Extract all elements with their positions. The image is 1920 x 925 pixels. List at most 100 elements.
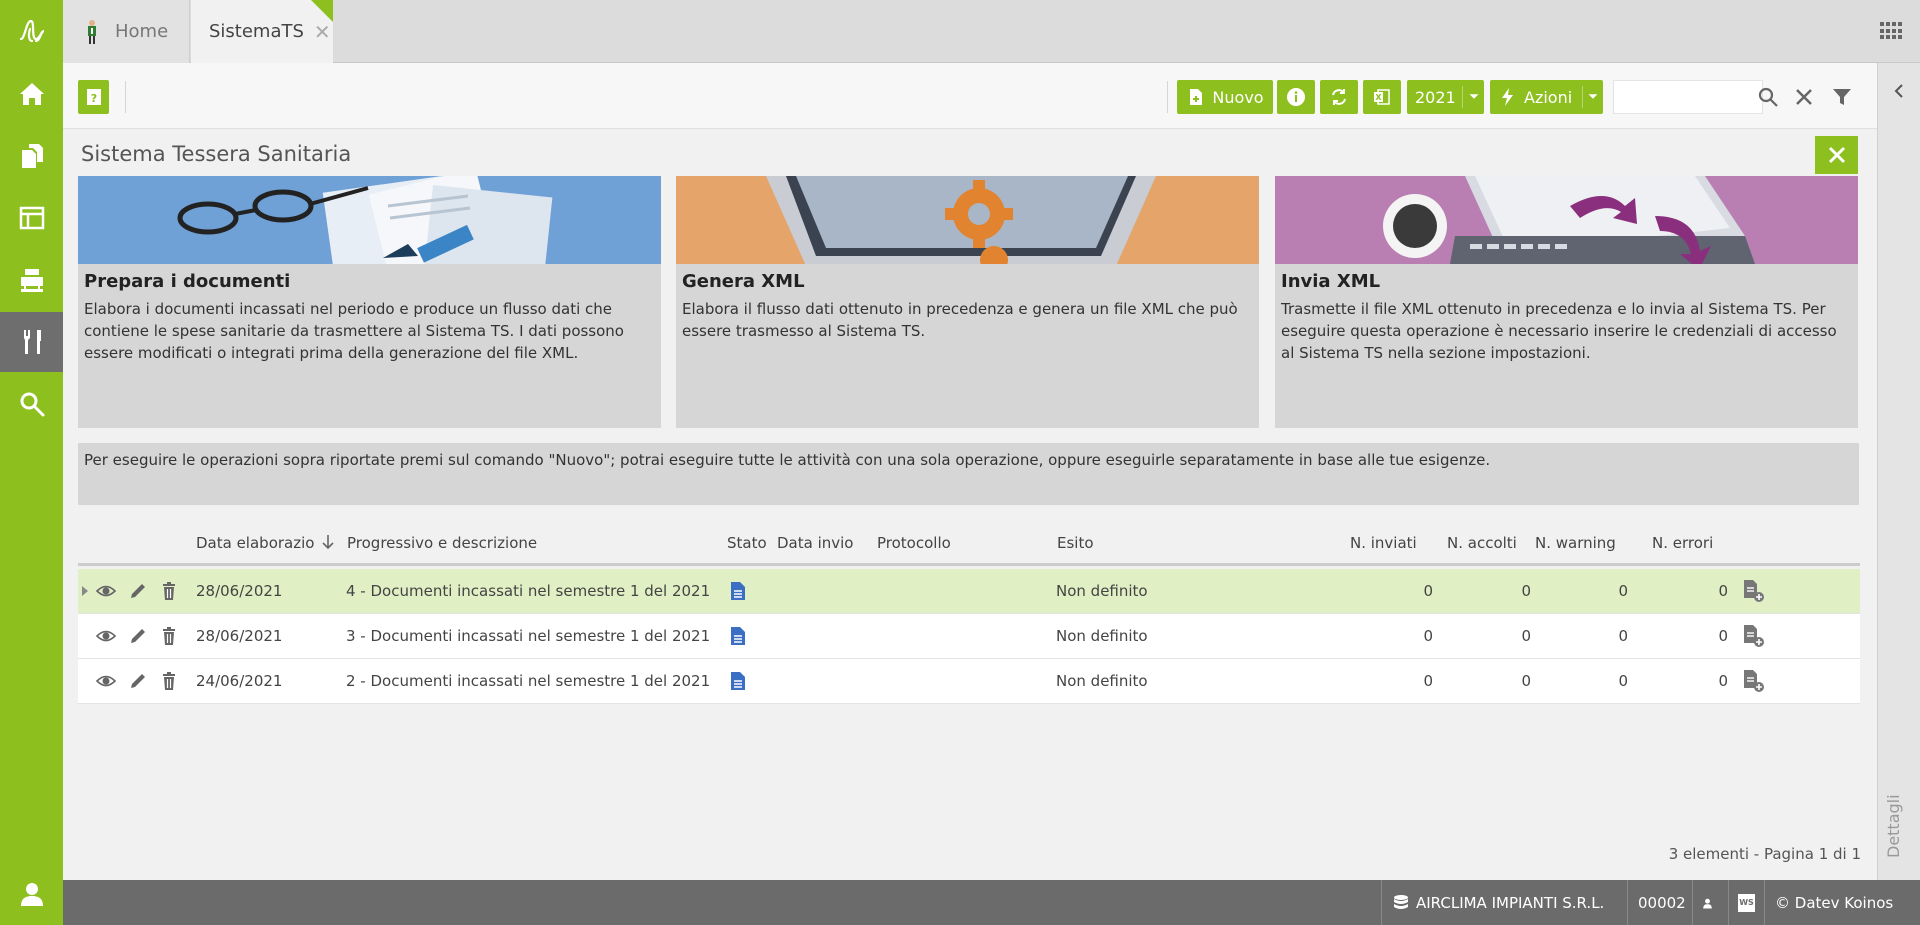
column-header-date[interactable]: Data elaborazio [196, 534, 335, 552]
company-code: 00002 [1627, 880, 1692, 925]
view-eye-icon[interactable] [96, 581, 116, 601]
row-esito: Non definito [1056, 582, 1148, 600]
column-header-inviati[interactable]: N. inviati [1350, 534, 1417, 552]
workstation-button[interactable]: WS [1728, 880, 1764, 925]
details-panel-toggle[interactable]: Dettagli [1877, 63, 1920, 880]
apps-grid-icon[interactable] [1880, 22, 1902, 40]
delete-trash-icon[interactable] [159, 581, 179, 601]
nav-home-icon[interactable] [0, 64, 63, 124]
info-icon [1287, 88, 1305, 106]
table-row[interactable]: 24/06/2021 2 - Documenti incassati nel s… [78, 659, 1860, 704]
excel-export-button[interactable]: X [1363, 80, 1401, 114]
card-description: Elabora il flusso dati ottenuto in prece… [682, 300, 1238, 340]
view-eye-icon[interactable] [96, 626, 116, 646]
close-panel-button[interactable] [1815, 136, 1858, 174]
search-icon[interactable] [1756, 85, 1780, 109]
table-row[interactable]: 28/06/2021 4 - Documenti incassati nel s… [78, 569, 1860, 614]
card-title: Prepara i documenti [84, 271, 291, 292]
card-title: Genera XML [682, 271, 805, 292]
card-image-laptop-gears [676, 176, 1259, 264]
user-button[interactable] [1692, 880, 1728, 925]
pagination-info: 3 elementi - Pagina 1 di 1 [1668, 845, 1861, 863]
row-warning: 0 [1618, 582, 1628, 600]
azioni-label: Azioni [1524, 87, 1573, 107]
view-eye-icon[interactable] [96, 671, 116, 691]
nav-tools-icon[interactable] [0, 312, 63, 372]
help-button[interactable]: ? [78, 80, 109, 114]
column-header-stato[interactable]: Stato [727, 534, 767, 552]
edit-pencil-icon[interactable] [128, 626, 148, 646]
row-inviati: 0 [1423, 672, 1433, 690]
user-profile-icon[interactable] [0, 864, 63, 924]
column-header-accolti[interactable]: N. accolti [1447, 534, 1517, 552]
column-header-desc[interactable]: Progressivo e descrizione [347, 534, 537, 552]
edit-pencil-icon[interactable] [128, 581, 148, 601]
nuovo-label: Nuovo [1212, 87, 1264, 107]
column-header-date-label: Data elaborazio [196, 534, 315, 552]
column-header-errori[interactable]: N. errori [1652, 534, 1713, 552]
column-header-protocollo[interactable]: Protocollo [877, 534, 951, 552]
row-description: 2 - Documenti incassati nel semestre 1 d… [346, 672, 711, 690]
document-add-icon[interactable] [1741, 579, 1765, 603]
card-title: Invia XML [1281, 271, 1381, 292]
azioni-dropdown[interactable]: Azioni [1490, 80, 1603, 114]
sort-arrow-down-icon [322, 535, 334, 550]
document-status-icon[interactable] [728, 626, 748, 646]
excel-icon: X [1374, 89, 1390, 105]
search-input[interactable] [1613, 80, 1763, 114]
tab-sistemats[interactable]: SistemaTS ✕ [191, 0, 333, 63]
refresh-button[interactable] [1320, 80, 1358, 114]
edit-pencil-icon[interactable] [128, 671, 148, 691]
row-errori: 0 [1718, 627, 1728, 645]
delete-trash-icon[interactable] [159, 626, 179, 646]
document-status-icon[interactable] [728, 581, 748, 601]
nav-printer-icon[interactable] [0, 250, 63, 310]
expand-row-icon[interactable] [80, 585, 90, 597]
svg-text:X: X [1375, 93, 1382, 102]
column-header-data-invio[interactable]: Data invio [777, 534, 853, 552]
row-errori: 0 [1718, 672, 1728, 690]
filter-icon[interactable] [1830, 85, 1854, 109]
document-add-icon[interactable] [1741, 624, 1765, 648]
delete-trash-icon[interactable] [159, 671, 179, 691]
card-genera-xml[interactable]: Genera XML Elabora il flusso dati ottenu… [676, 176, 1259, 428]
document-status-icon[interactable] [728, 671, 748, 691]
document-add-icon[interactable] [1741, 669, 1765, 693]
nav-documents-icon[interactable] [0, 126, 63, 186]
row-warning: 0 [1618, 627, 1628, 645]
row-inviati: 0 [1423, 627, 1433, 645]
lightning-icon [1502, 88, 1513, 106]
home-tab-icon [85, 19, 99, 45]
year-dropdown[interactable]: 2021 [1407, 80, 1484, 114]
company-selector[interactable]: AIRCLIMA IMPIANTI S.R.L. [1381, 880, 1627, 925]
user-icon [1703, 898, 1712, 908]
nuovo-button[interactable]: Nuovo [1177, 80, 1273, 114]
nav-search-icon[interactable] [0, 374, 63, 434]
nav-table-icon[interactable] [0, 188, 63, 248]
card-invia-xml[interactable]: Invia XML Trasmette il file XML ottenuto… [1275, 176, 1858, 428]
info-button[interactable] [1277, 80, 1315, 114]
row-date: 24/06/2021 [196, 672, 283, 690]
chevron-down-icon [1588, 94, 1598, 99]
svg-text:?: ? [90, 92, 96, 105]
table-row[interactable]: 28/06/2021 3 - Documenti incassati nel s… [78, 614, 1860, 659]
row-description: 3 - Documenti incassati nel semestre 1 d… [346, 627, 711, 645]
card-prepara-documenti[interactable]: Prepara i documenti Elabora i documenti … [78, 176, 661, 428]
tab-home[interactable]: Home [63, 0, 190, 63]
row-description: 4 - Documenti incassati nel semestre 1 d… [346, 582, 711, 600]
details-label: Dettagli [1884, 794, 1903, 858]
chevron-left-icon [1894, 84, 1903, 98]
chevron-down-icon [1469, 94, 1479, 99]
row-esito: Non definito [1056, 672, 1148, 690]
column-header-esito[interactable]: Esito [1057, 534, 1094, 552]
card-description: Trasmette il file XML ottenuto in preced… [1281, 300, 1837, 362]
row-esito: Non definito [1056, 627, 1148, 645]
tab-bar: Home SistemaTS ✕ [63, 0, 1920, 63]
row-date: 28/06/2021 [196, 627, 283, 645]
row-errori: 0 [1718, 582, 1728, 600]
column-header-warning[interactable]: N. warning [1535, 534, 1616, 552]
tab-close-icon[interactable]: ✕ [314, 20, 331, 44]
logo-icon[interactable] [0, 2, 63, 62]
row-accolti: 0 [1521, 582, 1531, 600]
clear-search-icon[interactable] [1792, 85, 1816, 109]
